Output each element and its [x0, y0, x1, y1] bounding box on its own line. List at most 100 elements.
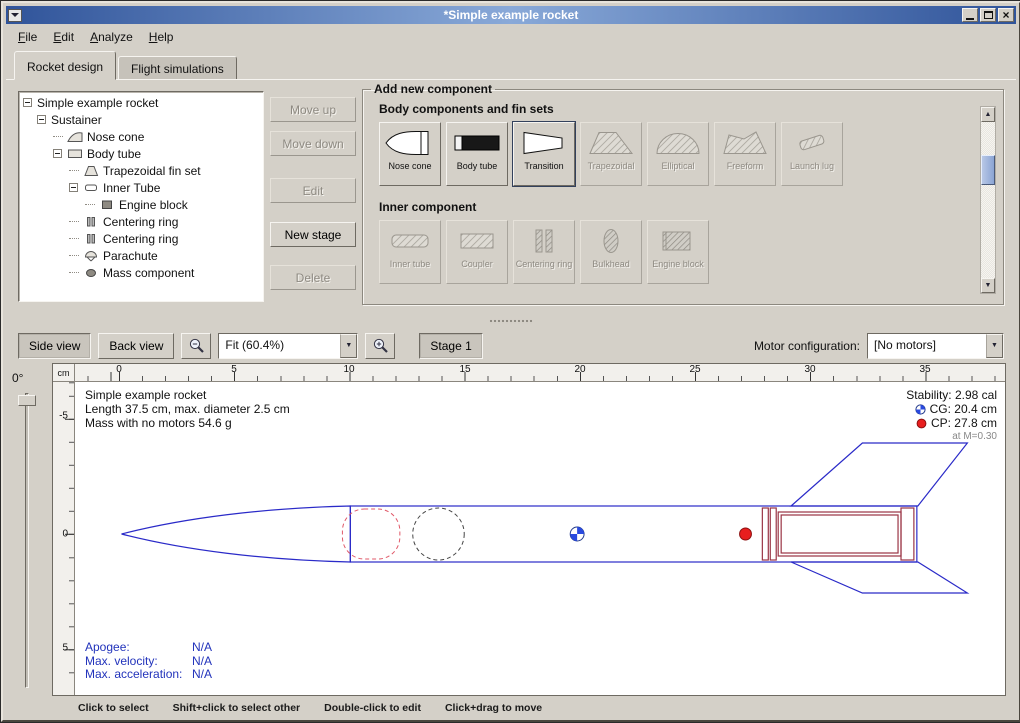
tree-item-sustainer[interactable]: Sustainer — [19, 111, 263, 128]
menu-edit[interactable]: Edit — [45, 27, 82, 47]
stage-1-toggle[interactable]: Stage 1 — [419, 333, 482, 359]
tree-item-fin-set[interactable]: Trapezoidal fin set — [19, 162, 263, 179]
zoom-in-button[interactable] — [365, 333, 395, 359]
cp-value: CP: 27.8 cm — [931, 416, 997, 430]
minimize-button[interactable] — [962, 8, 978, 22]
hint-click-drag: Click+drag to move — [445, 702, 542, 714]
max-velocity-label: Max. velocity: — [85, 655, 192, 669]
maximize-button[interactable] — [980, 8, 996, 22]
add-centering-ring-button[interactable]: Centering ring — [513, 220, 575, 284]
edit-button[interactable]: Edit — [270, 178, 356, 203]
hint-shift-click: Shift+click to select other — [173, 702, 301, 714]
add-nose-cone-button[interactable]: Nose cone — [379, 122, 441, 186]
nose-cone-icon — [67, 130, 83, 143]
component-tree[interactable]: Simple example rocket Sustainer Nose con… — [18, 91, 264, 302]
apogee-label: Apogee: — [85, 641, 192, 655]
diagram-panel: cm 0 5 10 15 20 25 30 35 -5 0 5 — [52, 363, 1006, 696]
rocket-name: Simple example rocket — [85, 388, 290, 402]
tree-item-mass-component[interactable]: Mass component — [19, 264, 263, 281]
motor-configuration-select[interactable]: [No motors] ▼ — [867, 333, 1004, 359]
component-scrollbar[interactable]: ▲ ▼ — [980, 106, 996, 294]
tree-item-nose-cone[interactable]: Nose cone — [19, 128, 263, 145]
scroll-down-button[interactable]: ▼ — [981, 278, 995, 293]
add-bulkhead-button[interactable]: Bulkhead — [580, 220, 642, 284]
rotation-slider-handle[interactable] — [18, 395, 36, 406]
cp-marker — [740, 528, 752, 540]
titlebar[interactable]: *Simple example rocket × — [6, 6, 1016, 24]
add-component-panel: Add new component Body components and fi… — [362, 82, 1004, 305]
rocket-canvas[interactable]: Simple example rocket Length 37.5 cm, ma… — [75, 382, 1005, 695]
delete-button[interactable]: Delete — [270, 265, 356, 290]
menu-help[interactable]: Help — [141, 27, 182, 47]
close-icon: × — [1002, 10, 1009, 20]
add-coupler-button[interactable]: Coupler — [446, 220, 508, 284]
flight-info: Apogee: N/A Max. velocity: N/A Max. acce… — [85, 641, 212, 682]
transition-icon — [517, 127, 571, 159]
rotation-value: 0° — [12, 371, 23, 385]
add-transition-button[interactable]: Transition — [513, 122, 575, 186]
add-inner-tube-button[interactable]: Inner tube — [379, 220, 441, 284]
add-trapezoidal-fin-button[interactable]: Trapezoidal — [580, 122, 642, 186]
rocket-view: 0° cm 0 5 10 15 20 25 30 35 -5 0 — [6, 363, 1016, 696]
tab-flight-simulations[interactable]: Flight simulations — [118, 56, 237, 80]
inner-tube-icon — [383, 225, 437, 257]
tree-collapse-icon[interactable] — [23, 98, 32, 107]
menu-file[interactable]: File — [10, 27, 45, 47]
mach-note: at M=0.30 — [906, 430, 997, 444]
tree-collapse-icon[interactable] — [69, 183, 78, 192]
engine-block-icon — [651, 225, 705, 257]
window-title: *Simple example rocket — [6, 8, 1016, 22]
zoom-select[interactable]: Fit (60.4%) ▼ — [218, 333, 358, 359]
scroll-up-button[interactable]: ▲ — [981, 107, 995, 122]
rocket-design-panel: Simple example rocket Sustainer Nose con… — [6, 79, 1016, 315]
inner-tube-icon — [83, 181, 99, 194]
tree-item-centering-ring-1[interactable]: Centering ring — [19, 213, 263, 230]
tree-collapse-icon[interactable] — [37, 115, 46, 124]
add-freeform-fin-button[interactable]: Freeform — [714, 122, 776, 186]
move-down-button[interactable]: Move down — [270, 131, 356, 156]
side-view-button[interactable]: Side view — [18, 333, 91, 359]
new-stage-button[interactable]: New stage — [270, 222, 356, 247]
zoom-in-icon — [372, 337, 389, 354]
back-view-button[interactable]: Back view — [98, 333, 174, 359]
inner-component-buttons: Inner tube Coupler Centering ring — [379, 220, 1003, 284]
move-up-button[interactable]: Move up — [270, 97, 356, 122]
hint-double-click: Double-click to edit — [324, 702, 421, 714]
nose-cone-icon — [383, 127, 437, 159]
add-launch-lug-button[interactable]: Launch lug — [781, 122, 843, 186]
menubar: File Edit Analyze Help — [6, 24, 1016, 49]
chevron-down-icon[interactable]: ▼ — [986, 334, 1003, 358]
centering-ring-icon — [517, 225, 571, 257]
tree-item-engine-block[interactable]: Engine block — [19, 196, 263, 213]
rotation-slider-track[interactable] — [25, 393, 29, 688]
cg-icon — [915, 404, 926, 415]
add-elliptical-fin-button[interactable]: Elliptical — [647, 122, 709, 186]
scrollbar-thumb[interactable] — [981, 155, 995, 185]
rocket-mass: Mass with no motors 54.6 g — [85, 416, 290, 430]
menu-analyze[interactable]: Analyze — [82, 27, 141, 47]
chevron-down-icon[interactable]: ▼ — [340, 334, 357, 358]
close-button[interactable]: × — [998, 8, 1014, 22]
cg-value: CG: 20.4 cm — [930, 402, 997, 416]
tree-collapse-icon[interactable] — [53, 149, 62, 158]
add-engine-block-button[interactable]: Engine block — [647, 220, 709, 284]
app-icon[interactable] — [8, 9, 22, 22]
tree-item-parachute[interactable]: Parachute — [19, 247, 263, 264]
tree-action-buttons: Move up Move down Edit New stage Delete — [270, 97, 356, 290]
cp-icon — [916, 418, 927, 429]
tab-rocket-design[interactable]: Rocket design — [14, 51, 116, 80]
rocket-dimensions: Length 37.5 cm, max. diameter 2.5 cm — [85, 402, 290, 416]
motor-mount-outline — [762, 508, 914, 560]
zoom-out-button[interactable] — [181, 333, 211, 359]
arrow-up-icon: ▲ — [985, 111, 992, 118]
stability-info: Stability: 2.98 cal CG: 20.4 cm — [906, 388, 997, 444]
horizontal-ruler: 0 5 10 15 20 25 30 35 — [75, 364, 1005, 382]
tree-item-centering-ring-2[interactable]: Centering ring — [19, 230, 263, 247]
hint-click-to-select: Click to select — [78, 702, 149, 714]
tree-item-inner-tube[interactable]: Inner Tube — [19, 179, 263, 196]
panel-splitter[interactable] — [6, 315, 1016, 328]
tree-item-rocket[interactable]: Simple example rocket — [19, 94, 263, 111]
max-acceleration-value: N/A — [192, 668, 212, 682]
tree-item-body-tube[interactable]: Body tube — [19, 145, 263, 162]
add-body-tube-button[interactable]: Body tube — [446, 122, 508, 186]
